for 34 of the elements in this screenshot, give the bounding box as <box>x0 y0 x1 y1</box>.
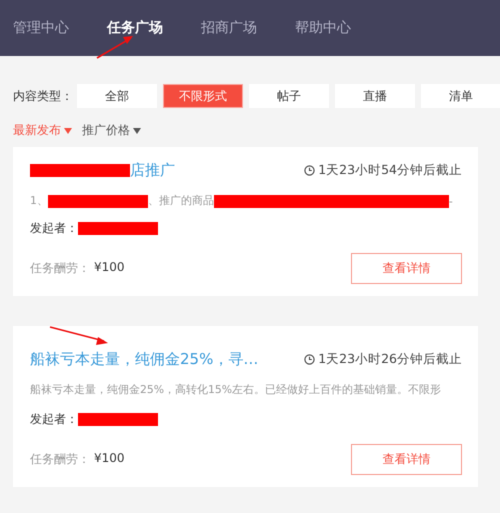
caret-icon <box>64 128 72 134</box>
annotation-arrow <box>50 326 108 345</box>
text-fragment: 1、 <box>30 194 48 208</box>
filter-label: 内容类型： <box>13 88 71 104</box>
filter-option[interactable]: 全部 <box>77 84 157 108</box>
nav-tab[interactable]: 任务广场 <box>107 19 177 37</box>
task-title-link[interactable]: 船袜亏本走量，纯佣金25%，寻… <box>30 350 258 369</box>
clock-icon <box>304 354 316 365</box>
reward-amount: ¥100 <box>94 260 125 276</box>
publisher-label: 发起者： <box>30 411 78 428</box>
task-description: 船袜亏本走量，纯佣金25%，高转化15%左右。已经做好上百件的基础销量。不限形 <box>30 383 442 397</box>
deadline-text: 1天23小时26分钟后截止 <box>318 351 462 368</box>
text-fragment: 店推广 <box>130 161 175 180</box>
deadline-text: 1天23小时54分钟后截止 <box>318 162 462 179</box>
nav-tab[interactable]: 帮助中心 <box>295 19 365 37</box>
view-details-button[interactable]: 查看详情 <box>351 253 462 284</box>
sort-link[interactable]: 推广价格 <box>82 122 141 139</box>
text-fragment: 、推广的商品 <box>148 194 214 208</box>
caret-icon <box>133 128 141 134</box>
filter-option[interactable]: 不限形式 <box>163 84 243 108</box>
text-fragment: - <box>448 194 453 208</box>
filter-option[interactable]: 直播 <box>335 84 415 108</box>
nav-tab[interactable]: 招商广场 <box>201 19 271 37</box>
reward-amount: ¥100 <box>94 451 125 467</box>
publisher-label: 发起者： <box>30 220 78 237</box>
view-details-button[interactable]: 查看详情 <box>351 444 462 475</box>
reward-label: 任务酬劳： <box>30 451 90 468</box>
reward-label: 任务酬劳： <box>30 260 90 277</box>
nav-tab[interactable]: 管理中心 <box>13 19 83 37</box>
filter-option[interactable]: 清单 <box>421 84 500 108</box>
sort-link[interactable]: 最新发布 <box>13 122 72 139</box>
annotation-arrow <box>96 36 133 59</box>
clock-icon <box>304 165 316 176</box>
filter-option[interactable]: 帖子 <box>249 84 329 108</box>
